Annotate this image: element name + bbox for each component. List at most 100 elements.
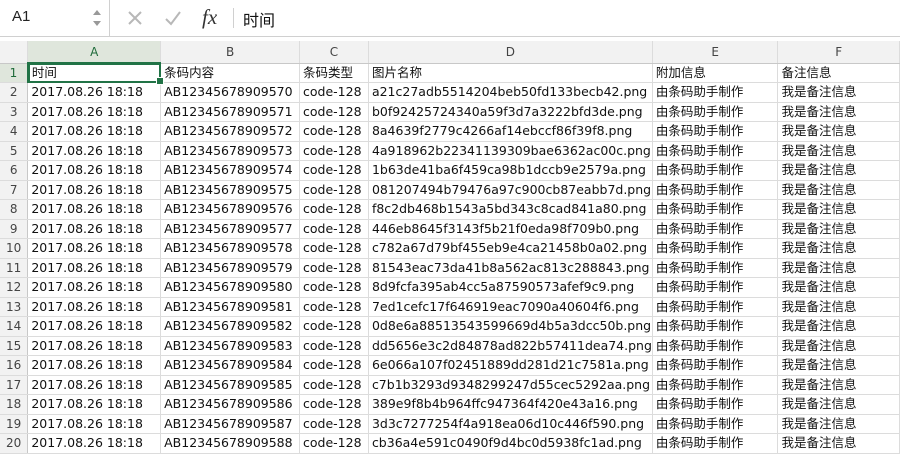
cell-e6[interactable]: 由条码助手制作 bbox=[652, 160, 779, 181]
cell-f9[interactable]: 我是备注信息 bbox=[777, 219, 900, 239]
cell-a1[interactable]: 时间 bbox=[27, 63, 162, 83]
cell-d12[interactable]: 8d9fcfa395ab4cc5a87590573afef9c9.png bbox=[368, 277, 653, 298]
column-header-a[interactable]: A bbox=[27, 41, 162, 64]
cell-f1[interactable]: 备注信息 bbox=[777, 63, 900, 83]
cell-c14[interactable]: code-128 bbox=[299, 316, 369, 337]
cancel-icon[interactable] bbox=[125, 8, 145, 28]
cell-c10[interactable]: code-128 bbox=[299, 238, 369, 259]
cell-a6[interactable]: 2017.08.26 18:18 bbox=[27, 160, 162, 181]
cell-a11[interactable]: 2017.08.26 18:18 bbox=[27, 258, 162, 278]
row-header[interactable]: 2 bbox=[0, 82, 29, 103]
row-header[interactable]: 17 bbox=[0, 375, 29, 395]
cell-c9[interactable]: code-128 bbox=[299, 219, 369, 239]
name-box-stepper-icon[interactable] bbox=[90, 5, 104, 31]
row-header[interactable]: 11 bbox=[0, 258, 29, 278]
cell-e14[interactable]: 由条码助手制作 bbox=[652, 316, 779, 337]
cell-d6[interactable]: 1b63de41ba6f459ca98b1dccb9e2579a.png bbox=[368, 160, 653, 181]
cell-e16[interactable]: 由条码助手制作 bbox=[652, 355, 779, 376]
cell-e9[interactable]: 由条码助手制作 bbox=[652, 219, 779, 239]
cell-c11[interactable]: code-128 bbox=[299, 258, 369, 278]
cell-b17[interactable]: AB12345678909585 bbox=[160, 375, 301, 395]
cell-a15[interactable]: 2017.08.26 18:18 bbox=[27, 336, 162, 356]
cell-f6[interactable]: 我是备注信息 bbox=[777, 160, 900, 181]
row-header[interactable]: 16 bbox=[0, 355, 29, 376]
cell-f20[interactable]: 我是备注信息 bbox=[777, 433, 900, 454]
cell-b15[interactable]: AB12345678909583 bbox=[160, 336, 301, 356]
cell-b11[interactable]: AB12345678909579 bbox=[160, 258, 301, 278]
cell-b19[interactable]: AB12345678909587 bbox=[160, 414, 301, 434]
cell-c2[interactable]: code-128 bbox=[299, 82, 369, 103]
cell-a5[interactable]: 2017.08.26 18:18 bbox=[27, 141, 162, 161]
cell-e2[interactable]: 由条码助手制作 bbox=[652, 82, 779, 103]
row-header[interactable]: 1 bbox=[0, 63, 29, 83]
cell-c16[interactable]: code-128 bbox=[299, 355, 369, 376]
cell-c19[interactable]: code-128 bbox=[299, 414, 369, 434]
cell-e10[interactable]: 由条码助手制作 bbox=[652, 238, 779, 259]
cell-d10[interactable]: c782a67d79bf455eb9e4ca21458b0a02.png bbox=[368, 238, 653, 259]
cell-d20[interactable]: cb36a4e591c0490f9d4bc0d5938fc1ad.png bbox=[368, 433, 653, 454]
cell-d17[interactable]: c7b1b3293d9348299247d55cec5292aa.png bbox=[368, 375, 653, 395]
cell-a17[interactable]: 2017.08.26 18:18 bbox=[27, 375, 162, 395]
cell-f15[interactable]: 我是备注信息 bbox=[777, 336, 900, 356]
cell-c3[interactable]: code-128 bbox=[299, 102, 369, 122]
cell-d7[interactable]: 081207494b79476a97c900cb87eabb7d.png bbox=[368, 180, 653, 200]
cell-e19[interactable]: 由条码助手制作 bbox=[652, 414, 779, 434]
cell-c18[interactable]: code-128 bbox=[299, 394, 369, 415]
cell-b2[interactable]: AB12345678909570 bbox=[160, 82, 301, 103]
row-header[interactable]: 15 bbox=[0, 336, 29, 356]
cell-d9[interactable]: 446eb8645f3143f5b21f0eda98f709b0.png bbox=[368, 219, 653, 239]
row-header[interactable]: 3 bbox=[0, 102, 29, 122]
cell-e8[interactable]: 由条码助手制作 bbox=[652, 199, 779, 220]
cell-b20[interactable]: AB12345678909588 bbox=[160, 433, 301, 454]
cell-c5[interactable]: code-128 bbox=[299, 141, 369, 161]
cell-f7[interactable]: 我是备注信息 bbox=[777, 180, 900, 200]
cell-e12[interactable]: 由条码助手制作 bbox=[652, 277, 779, 298]
confirm-icon[interactable] bbox=[163, 8, 183, 28]
cell-a8[interactable]: 2017.08.26 18:18 bbox=[27, 199, 162, 220]
cell-d2[interactable]: a21c27adb5514204beb50fd133becb42.png bbox=[368, 82, 653, 103]
cell-f4[interactable]: 我是备注信息 bbox=[777, 121, 900, 142]
cell-b9[interactable]: AB12345678909577 bbox=[160, 219, 301, 239]
row-header[interactable]: 14 bbox=[0, 316, 29, 337]
cell-f3[interactable]: 我是备注信息 bbox=[777, 102, 900, 122]
select-all-corner[interactable] bbox=[0, 41, 29, 64]
row-header[interactable]: 12 bbox=[0, 277, 29, 298]
cell-f17[interactable]: 我是备注信息 bbox=[777, 375, 900, 395]
cell-c8[interactable]: code-128 bbox=[299, 199, 369, 220]
cell-a10[interactable]: 2017.08.26 18:18 bbox=[27, 238, 162, 259]
cell-a7[interactable]: 2017.08.26 18:18 bbox=[27, 180, 162, 200]
cell-b16[interactable]: AB12345678909584 bbox=[160, 355, 301, 376]
cell-e15[interactable]: 由条码助手制作 bbox=[652, 336, 779, 356]
cell-b1[interactable]: 条码内容 bbox=[160, 63, 301, 83]
cell-d18[interactable]: 389e9f8b4b964ffc947364f420e43a16.png bbox=[368, 394, 653, 415]
cell-e18[interactable]: 由条码助手制作 bbox=[652, 394, 779, 415]
row-header[interactable]: 7 bbox=[0, 180, 29, 200]
cell-e5[interactable]: 由条码助手制作 bbox=[652, 141, 779, 161]
column-header-d[interactable]: D bbox=[368, 41, 653, 64]
cell-b7[interactable]: AB12345678909575 bbox=[160, 180, 301, 200]
cell-b8[interactable]: AB12345678909576 bbox=[160, 199, 301, 220]
row-header[interactable]: 13 bbox=[0, 297, 29, 317]
cell-d19[interactable]: 3d3c7277254f4a918ea06d10c446f590.png bbox=[368, 414, 653, 434]
row-header[interactable]: 10 bbox=[0, 238, 29, 259]
cell-a12[interactable]: 2017.08.26 18:18 bbox=[27, 277, 162, 298]
cell-a4[interactable]: 2017.08.26 18:18 bbox=[27, 121, 162, 142]
cell-c13[interactable]: code-128 bbox=[299, 297, 369, 317]
name-box[interactable]: A1 bbox=[0, 0, 110, 36]
cell-b5[interactable]: AB12345678909573 bbox=[160, 141, 301, 161]
cell-a14[interactable]: 2017.08.26 18:18 bbox=[27, 316, 162, 337]
cell-f11[interactable]: 我是备注信息 bbox=[777, 258, 900, 278]
cell-f14[interactable]: 我是备注信息 bbox=[777, 316, 900, 337]
cell-e4[interactable]: 由条码助手制作 bbox=[652, 121, 779, 142]
column-header-c[interactable]: C bbox=[299, 41, 369, 64]
cell-a2[interactable]: 2017.08.26 18:18 bbox=[27, 82, 162, 103]
column-header-f[interactable]: F bbox=[777, 41, 900, 64]
cell-f2[interactable]: 我是备注信息 bbox=[777, 82, 900, 103]
cell-c4[interactable]: code-128 bbox=[299, 121, 369, 142]
cell-c15[interactable]: code-128 bbox=[299, 336, 369, 356]
cell-d14[interactable]: 0d8e6a88513543599669d4b5a3dcc50b.png bbox=[368, 316, 653, 337]
cell-c7[interactable]: code-128 bbox=[299, 180, 369, 200]
row-header[interactable]: 6 bbox=[0, 160, 29, 181]
cell-e7[interactable]: 由条码助手制作 bbox=[652, 180, 779, 200]
cell-b10[interactable]: AB12345678909578 bbox=[160, 238, 301, 259]
